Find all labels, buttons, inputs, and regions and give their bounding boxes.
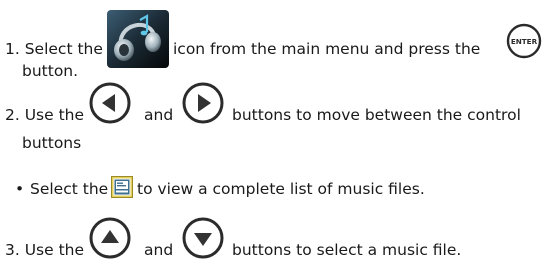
step3-and: and: [144, 241, 174, 259]
step1-prefix: 1. Select the: [5, 40, 103, 58]
step2-suffix: buttons to move between the control: [232, 106, 521, 124]
right-arrow-button-icon: [182, 82, 224, 124]
svg-text:ENTER: ENTER: [511, 37, 538, 46]
step1-middle: icon from the main menu and press the: [173, 40, 481, 58]
step3-suffix: buttons to select a music file.: [232, 241, 462, 259]
playlist-icon: [111, 176, 133, 198]
bullet-suffix: to view a complete list of music files.: [137, 180, 425, 198]
bullet-marker: •: [15, 180, 25, 198]
step2-prefix: 2. Use the: [5, 106, 85, 124]
music-headphones-icon: [107, 10, 169, 68]
step2-continuation: buttons: [22, 134, 82, 152]
left-arrow-button-icon: [89, 82, 131, 124]
down-arrow-button-icon: [182, 217, 224, 259]
enter-button-icon: ENTER: [506, 23, 542, 59]
up-arrow-button-icon: [89, 217, 131, 259]
step3-prefix: 3. Use the: [5, 241, 85, 259]
bullet-prefix: Select the: [30, 180, 109, 198]
step2-and: and: [144, 106, 174, 124]
step1-continuation: button.: [22, 62, 79, 80]
